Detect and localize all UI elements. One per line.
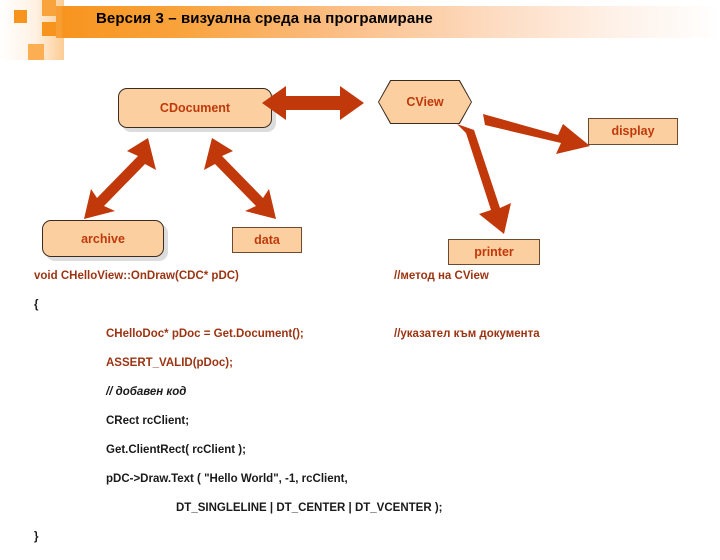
code-line: void CHelloView::OnDraw(CDC* pDC) //метод…: [0, 270, 720, 299]
arrow-cdocument-data: [204, 138, 276, 219]
slide-title-banner: Версия 3 – визуална среда на програмиран…: [0, 6, 720, 38]
code-line-text: {: [34, 299, 39, 311]
code-line: ASSERT_VALID(pDoc);: [0, 357, 720, 386]
cview-label: CView: [406, 95, 444, 109]
code-line-text: CRect rcClient;: [106, 415, 190, 427]
deco-square-3: [42, 22, 56, 36]
code-line: CHelloDoc* pDoc = Get.Document(); //указа…: [0, 328, 720, 357]
deco-square-4: [28, 44, 44, 60]
deco-square-2: [42, 0, 56, 16]
code-line: pDC->Draw.Text ( "Hello World", -1, rcCl…: [0, 473, 720, 502]
display-label: display: [611, 124, 655, 138]
code-line: DT_SINGLELINE | DT_CENTER | DT_VCENTER )…: [0, 502, 720, 531]
arrow-cview-display: [483, 114, 590, 154]
code-line-text: DT_SINGLELINE | DT_CENTER | DT_VCENTER )…: [176, 502, 443, 514]
data-label: data: [254, 233, 280, 247]
code-line-text: void CHelloView::OnDraw(CDC* pDC): [34, 270, 239, 282]
code-line: Get.ClientRect( rcClient );: [0, 444, 720, 473]
page-title: Версия 3 – визуална среда на програмиран…: [96, 10, 433, 27]
code-line-text: ASSERT_VALID(pDoc);: [106, 357, 233, 369]
code-line-text: CHelloDoc* pDoc = Get.Document();: [106, 328, 304, 340]
code-line: // добавен код: [0, 386, 720, 415]
cdocument-label: CDocument: [159, 101, 231, 115]
code-listing: void CHelloView::OnDraw(CDC* pDC) //метод…: [0, 270, 720, 560]
printer-label: printer: [474, 245, 514, 259]
deco-square-5: [56, 6, 64, 38]
code-line-text: // добавен код: [106, 386, 187, 398]
code-line-comment: //метод на CView: [394, 270, 489, 282]
deco-square-1: [14, 10, 27, 23]
arrow-cdocument-archive: [84, 138, 156, 219]
code-line-text: Get.ClientRect( rcClient );: [106, 444, 246, 456]
code-line: }: [0, 531, 720, 560]
code-line-comment: //указател към документа: [394, 328, 540, 340]
code-line-text: pDC->Draw.Text ( "Hello World", -1, rcCl…: [106, 473, 348, 485]
code-line: {: [0, 299, 720, 328]
arrow-cview-printer: [457, 124, 511, 234]
arrow-cdocument-cview: [262, 86, 364, 120]
archive-label: archive: [81, 232, 125, 246]
code-line: CRect rcClient;: [0, 415, 720, 444]
code-line-text: }: [34, 531, 39, 543]
